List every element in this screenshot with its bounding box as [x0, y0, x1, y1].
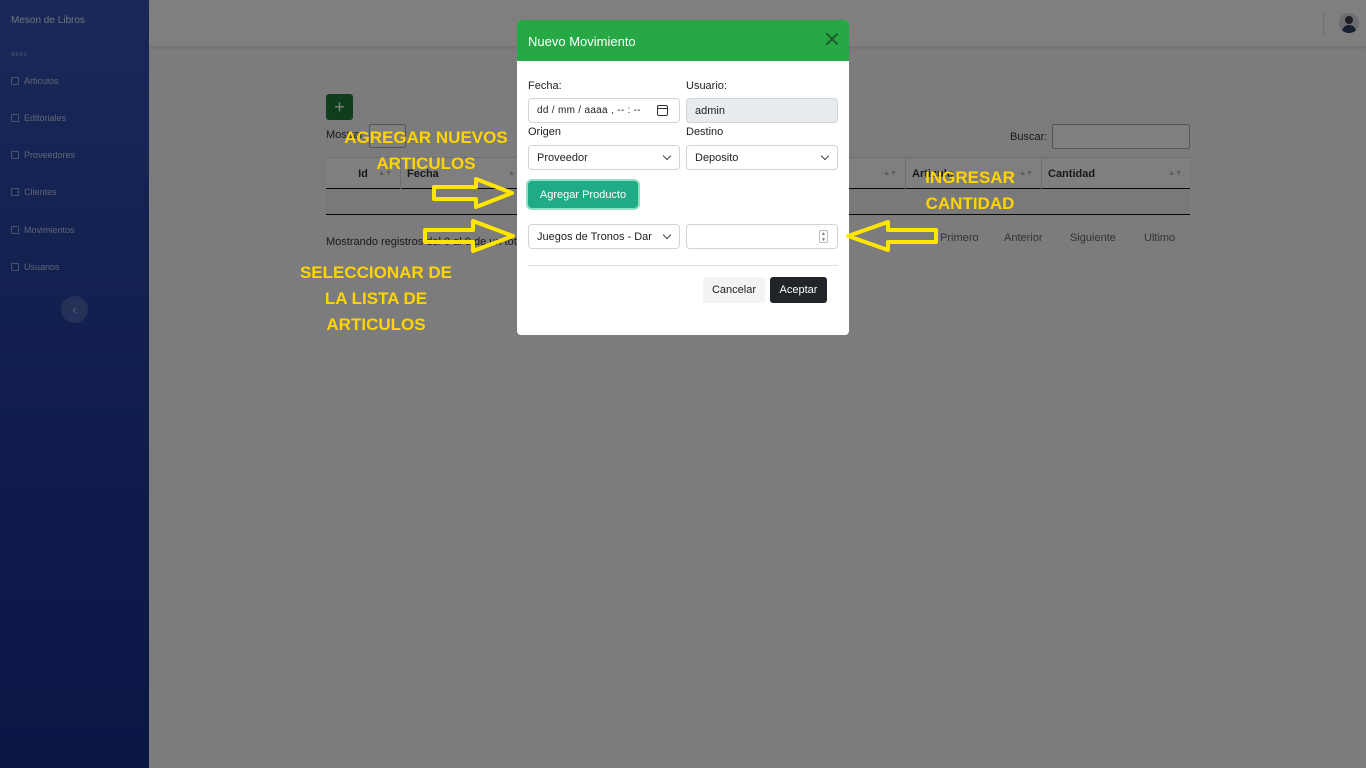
fecha-input[interactable]: dd / mm / aaaa , -- : -- — [528, 98, 680, 123]
destino-value: Deposito — [695, 151, 739, 164]
annotation-add-new: AGREGAR NUEVOS ARTICULOS — [344, 128, 508, 173]
fecha-label: Fecha: — [528, 80, 562, 92]
origen-label: Origen — [528, 126, 562, 138]
quantity-input[interactable]: ▲ ▼ — [686, 224, 838, 249]
modal-header: Nuevo Movimiento — [517, 20, 849, 61]
modal-divider — [528, 265, 838, 266]
close-icon[interactable] — [825, 32, 839, 46]
chevron-down-icon — [662, 151, 672, 161]
usuario-field: admin — [686, 98, 838, 123]
usuario-value: admin — [695, 104, 725, 117]
chevron-down-icon — [820, 151, 830, 161]
article-select-value: Juegos de Tronos - Dar — [537, 230, 652, 243]
calendar-icon[interactable] — [657, 105, 668, 116]
origen-value: Proveedor — [537, 151, 588, 164]
chevron-down-icon — [662, 230, 672, 240]
modal-title: Nuevo Movimiento — [528, 34, 636, 49]
add-product-button[interactable]: Agregar Producto — [528, 181, 638, 208]
fecha-placeholder: dd / mm / aaaa , -- : -- — [537, 105, 641, 116]
origen-select[interactable]: Proveedor — [528, 145, 680, 170]
arrow-left-icon — [846, 220, 938, 252]
arrow-right-icon — [432, 177, 514, 209]
accept-button[interactable]: Aceptar — [770, 277, 827, 303]
article-select[interactable]: Juegos de Tronos - Dar — [528, 224, 680, 249]
annotation-quantity: INGRESAR CANTIDAD — [925, 168, 1015, 213]
stepper-icon[interactable]: ▲ ▼ — [819, 230, 828, 243]
annotation-select-list: SELECCIONAR DE LA LISTA DE ARTICULOS — [299, 263, 453, 334]
usuario-label: Usuario: — [686, 80, 727, 92]
cancel-button[interactable]: Cancelar — [703, 277, 765, 303]
destino-select[interactable]: Deposito — [686, 145, 838, 170]
destino-label: Destino — [686, 126, 724, 138]
new-movement-modal: Nuevo Movimiento Fecha: dd / mm / aaaa ,… — [517, 20, 849, 335]
arrow-right-icon — [423, 219, 515, 253]
